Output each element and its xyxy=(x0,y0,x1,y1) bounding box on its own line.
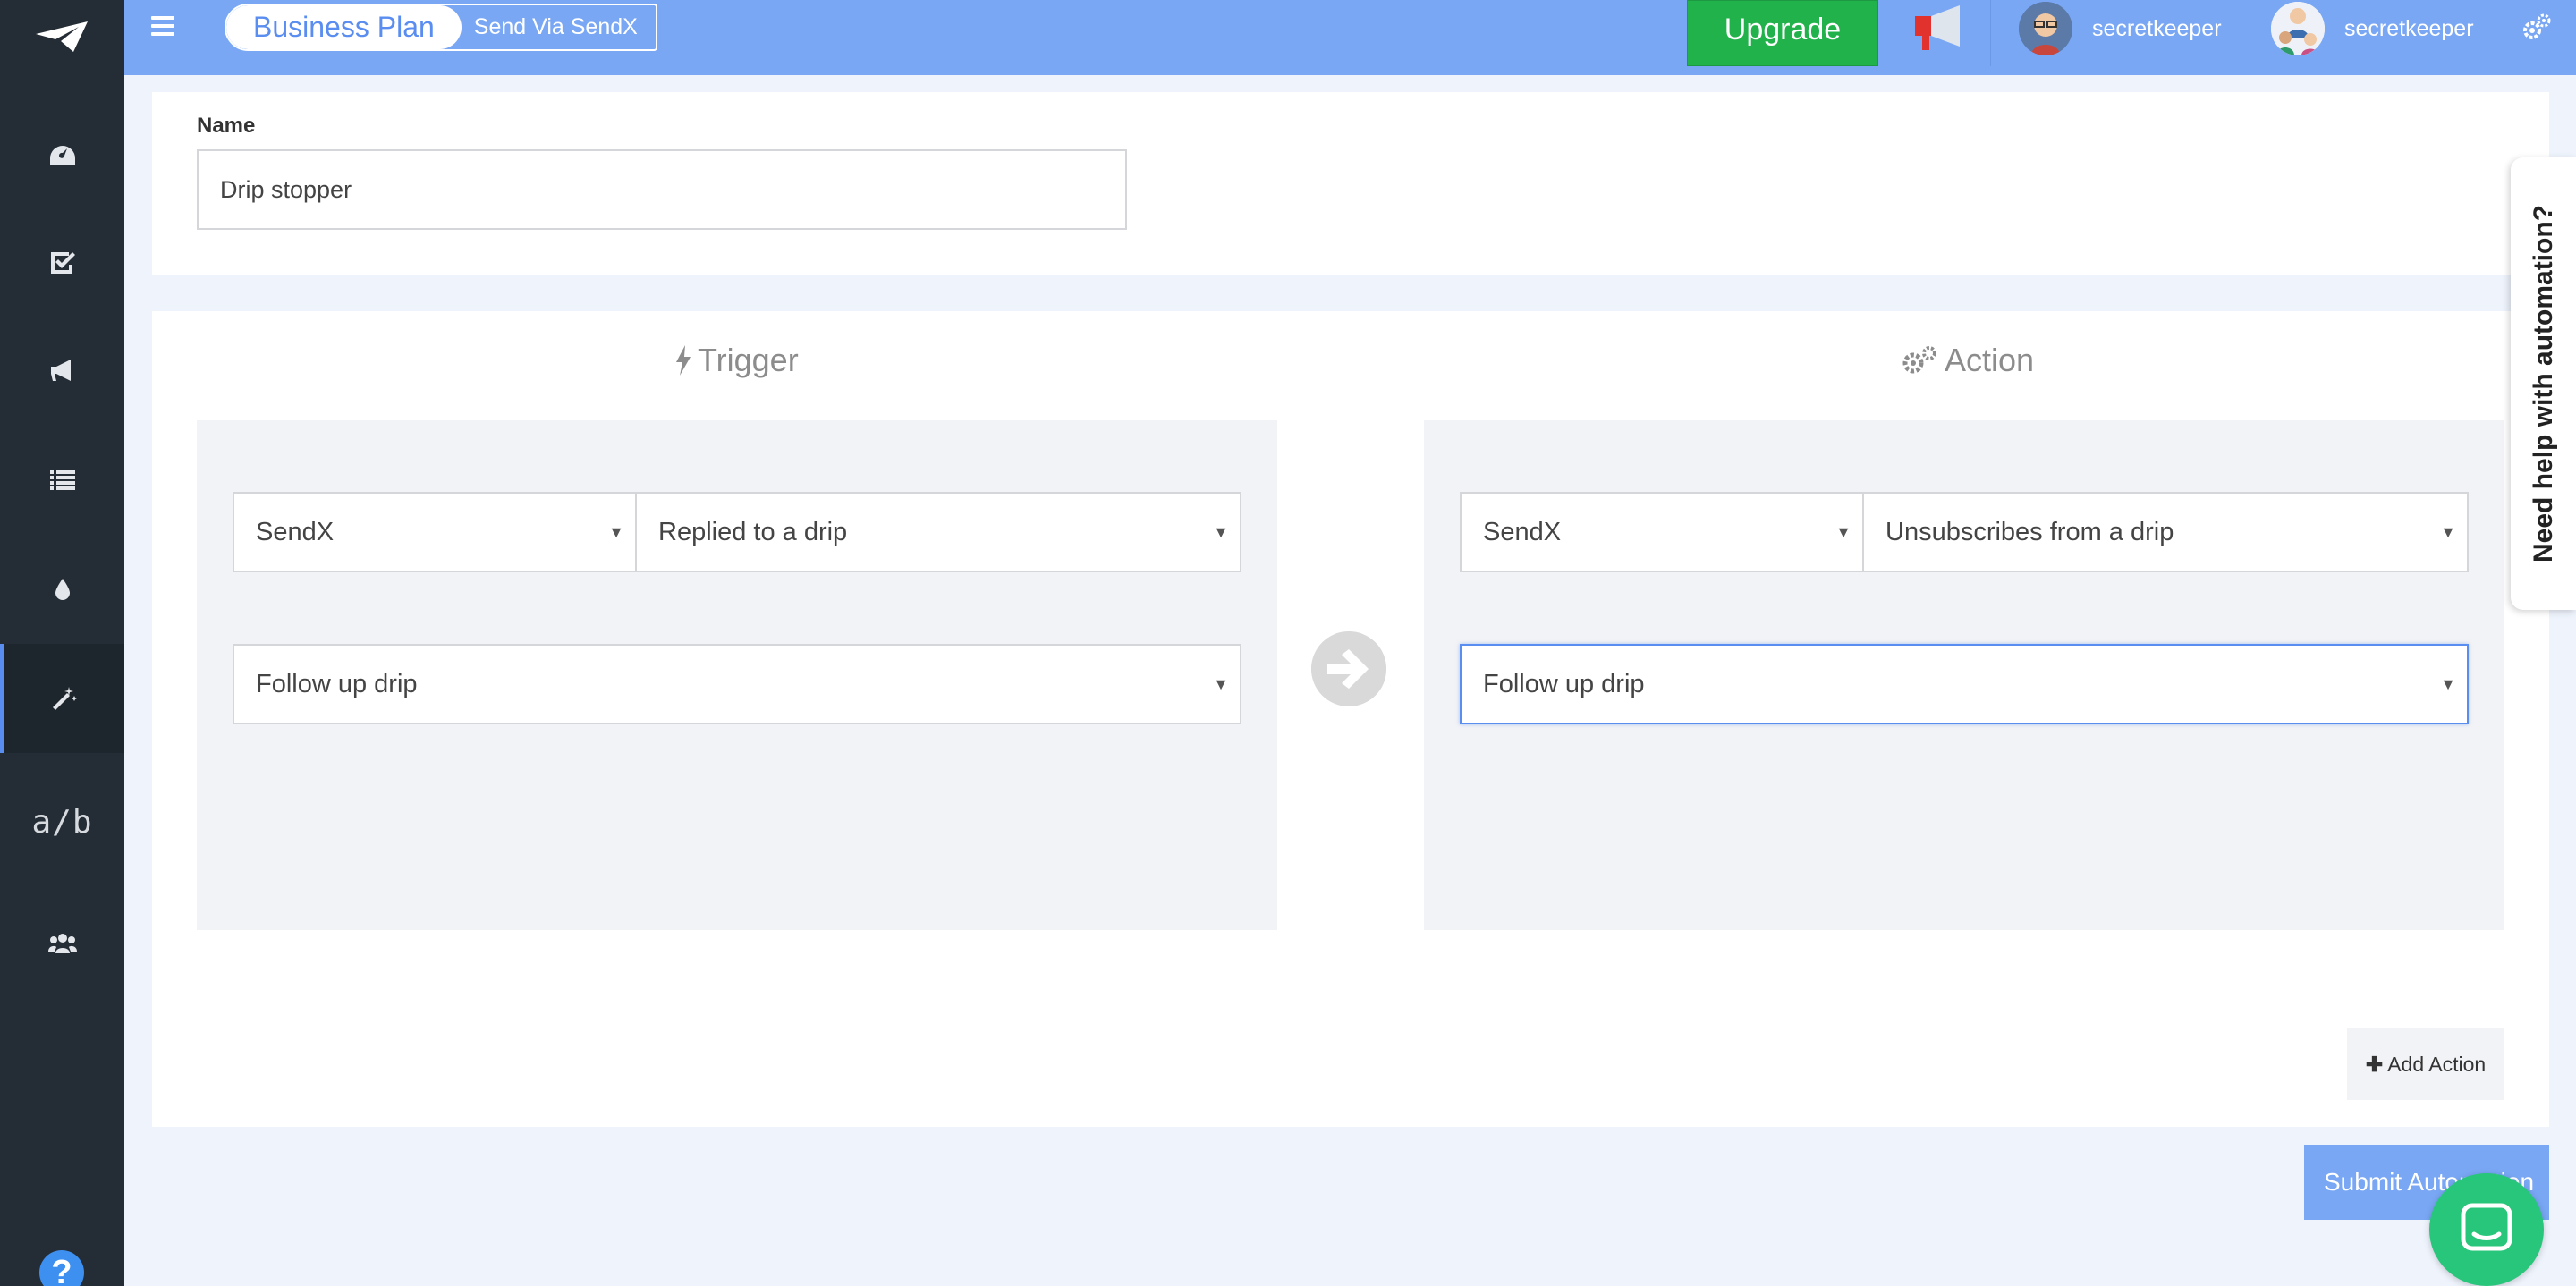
campaign-megaphone-icon xyxy=(50,360,71,381)
drip-icon xyxy=(55,579,70,600)
add-action-label: Add Action xyxy=(2387,1053,2487,1076)
plus-icon: ✚ xyxy=(2365,1053,2384,1076)
chevron-down-icon: ▼ xyxy=(1213,523,1229,541)
dashboard-icon xyxy=(49,146,75,165)
sidebar-item-lists[interactable] xyxy=(0,426,124,535)
trigger-event-value: Replied to a drip xyxy=(658,518,848,546)
sidebar-item-drips[interactable] xyxy=(0,535,124,644)
sidebar: a/b ? xyxy=(0,0,124,1286)
header-divider xyxy=(1990,0,1991,66)
name-panel: Name xyxy=(152,92,2549,275)
gears-icon xyxy=(1902,346,1936,374)
chevron-down-icon: ▼ xyxy=(608,523,624,541)
action-drip-value: Follow up drip xyxy=(1483,670,1645,698)
sidebar-item-team[interactable] xyxy=(0,889,124,998)
automation-panel: Trigger Action SendX ▼ Replied to a drip… xyxy=(152,311,2549,1127)
action-title-text: Action xyxy=(1945,342,2035,378)
chevron-down-icon: ▼ xyxy=(1835,523,1852,541)
top-header: Business Plan Send Via SendX Upgrade sec… xyxy=(124,0,2576,75)
trigger-event-select[interactable]: Replied to a drip ▼ xyxy=(635,492,1241,572)
sidebar-item-automation[interactable] xyxy=(0,644,124,753)
chevron-down-icon: ▼ xyxy=(1213,675,1229,693)
action-drip-select[interactable]: Follow up drip ▼ xyxy=(1460,644,2469,724)
bolt-icon xyxy=(676,345,691,376)
action-event-value: Unsubscribes from a drip xyxy=(1885,518,2174,546)
tasks-check-icon xyxy=(50,252,75,274)
team-profile[interactable]: secretkeeper xyxy=(2271,0,2474,57)
avatar xyxy=(2271,2,2325,55)
help-icon[interactable]: ? xyxy=(39,1250,84,1286)
send-via-label: Send Via SendX xyxy=(473,14,638,39)
ab-test-icon: a/b xyxy=(31,803,93,841)
team-name: secretkeeper xyxy=(2344,15,2474,41)
sidebar-item-campaigns[interactable] xyxy=(0,317,124,426)
sidebar-item-ab-test[interactable]: a/b xyxy=(0,767,124,876)
action-box: SendX ▼ Unsubscribes from a drip ▼ Follo… xyxy=(1424,420,2504,930)
announcements-megaphone-icon[interactable] xyxy=(1913,4,1970,54)
team-icon xyxy=(47,934,77,953)
help-tab-label: Need help with automation? xyxy=(2528,204,2558,563)
plan-badge[interactable]: Business Plan Send Via SendX xyxy=(225,4,657,51)
automation-help-tab[interactable]: Need help with automation? xyxy=(2511,157,2576,610)
username: secretkeeper xyxy=(2092,15,2222,41)
plan-name: Business Plan xyxy=(226,5,462,49)
action-event-select[interactable]: Unsubscribes from a drip ▼ xyxy=(1862,492,2469,572)
automation-name-input[interactable] xyxy=(197,149,1127,230)
trigger-source-select[interactable]: SendX ▼ xyxy=(233,492,637,572)
hamburger-menu-icon[interactable] xyxy=(151,16,174,36)
action-source-value: SendX xyxy=(1483,518,1562,546)
action-title: Action xyxy=(1902,342,2034,379)
trigger-box: SendX ▼ Replied to a drip ▼ Follow up dr… xyxy=(197,420,1277,930)
add-action-button[interactable]: ✚ Add Action xyxy=(2347,1028,2504,1100)
upgrade-button[interactable]: Upgrade xyxy=(1687,0,1878,66)
trigger-drip-value: Follow up drip xyxy=(256,670,418,698)
avatar xyxy=(2019,2,2072,55)
chevron-down-icon: ▼ xyxy=(2440,523,2456,541)
trigger-title: Trigger xyxy=(674,342,799,379)
automation-wand-icon xyxy=(53,687,77,710)
lists-icon xyxy=(49,470,75,490)
trigger-title-text: Trigger xyxy=(698,342,799,378)
sidebar-item-tasks[interactable] xyxy=(0,207,124,317)
chat-icon xyxy=(2461,1203,2512,1251)
sendx-logo-icon[interactable] xyxy=(34,20,89,54)
action-source-select[interactable]: SendX ▼ xyxy=(1460,492,1864,572)
name-label: Name xyxy=(197,114,256,138)
chevron-down-icon: ▼ xyxy=(2440,675,2456,693)
arrow-right-icon xyxy=(1311,631,1386,706)
settings-gears-icon[interactable] xyxy=(2521,13,2552,43)
chat-launcher-button[interactable] xyxy=(2429,1173,2544,1286)
trigger-drip-select[interactable]: Follow up drip ▼ xyxy=(233,644,1241,724)
user-profile[interactable]: secretkeeper xyxy=(2019,0,2222,57)
trigger-source-value: SendX xyxy=(256,518,335,546)
sidebar-item-dashboard[interactable] xyxy=(0,102,124,211)
